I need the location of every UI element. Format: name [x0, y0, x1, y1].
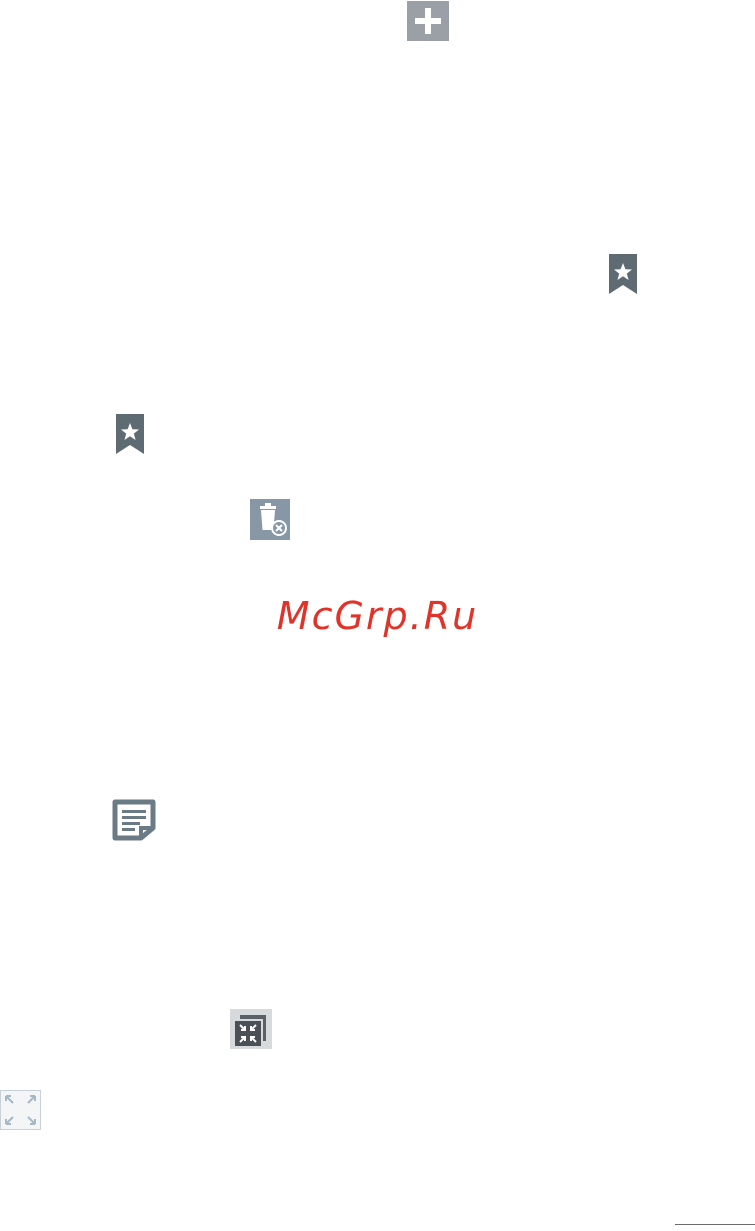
- watermark-text: McGrp.Ru: [276, 594, 479, 638]
- bookmark-star-icon: [609, 254, 637, 294]
- expand-icon: [0, 1090, 41, 1130]
- delete-bin-icon: [250, 499, 290, 540]
- add-icon: [407, 1, 449, 41]
- memo-icon: [112, 799, 156, 841]
- page-footer-rule: [675, 1224, 755, 1225]
- minimize-window-icon: [230, 1009, 272, 1049]
- bookmark-star-icon: [116, 414, 144, 454]
